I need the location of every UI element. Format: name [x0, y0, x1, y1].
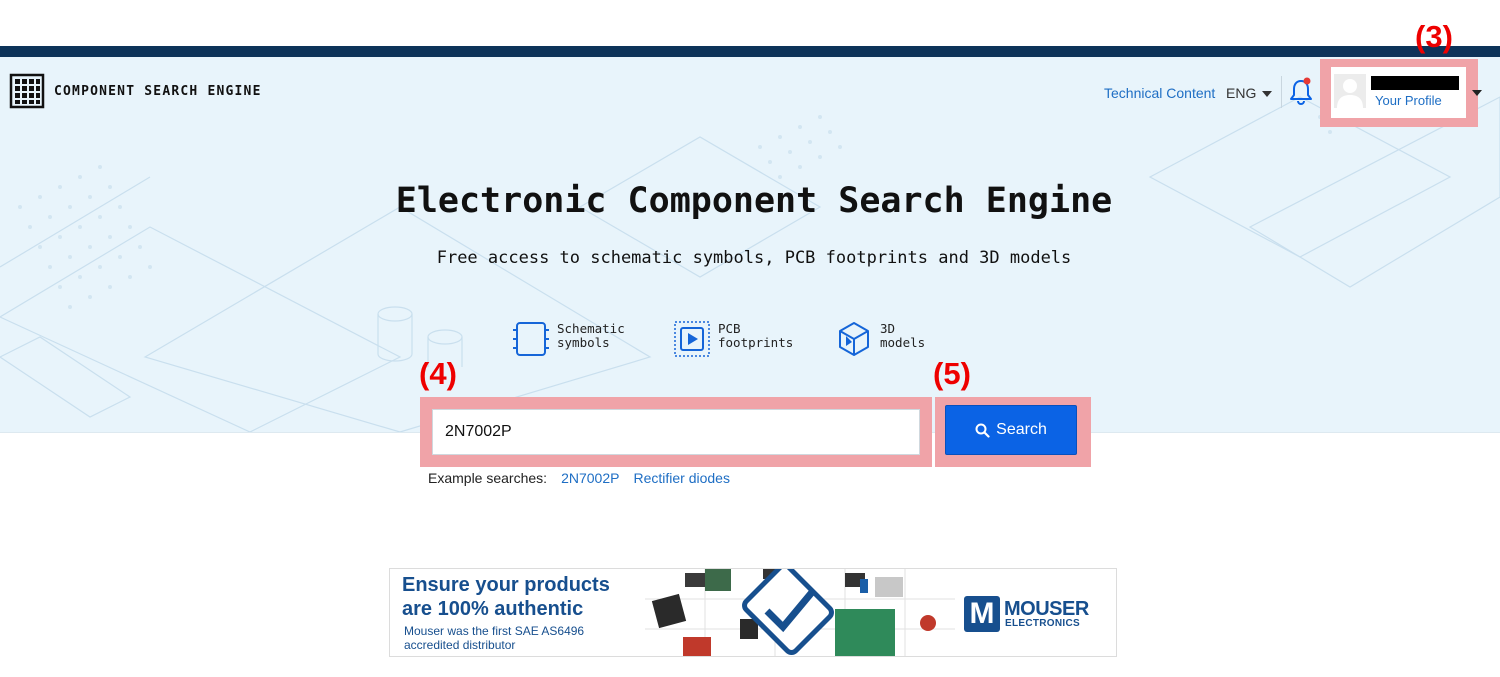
example-searches-label: Example searches: [428, 470, 548, 486]
advertisement-banner[interactable]: Ensure your products are 100% authentic M… [389, 568, 1117, 657]
ad-body-line: accredited distributor [404, 638, 516, 652]
page-title: Electronic Component Search Engine [395, 181, 1113, 221]
feature-label: 3D [880, 321, 896, 336]
annotation-label: (4) [419, 356, 457, 391]
hero-background [0, 57, 1500, 432]
3d-model-icon [839, 322, 869, 356]
redacted-username [1371, 76, 1459, 90]
example-search-link[interactable]: 2N7002P [561, 470, 619, 486]
search-icon [975, 423, 990, 438]
chevron-down-icon[interactable] [1472, 90, 1482, 96]
ad-body-line: Mouser was the first SAE AS6496 [404, 624, 585, 638]
chevron-down-icon [1262, 91, 1273, 98]
technical-content-link[interactable]: Technical Content [1104, 85, 1215, 101]
search-button-label: Search [996, 421, 1047, 438]
bell-icon[interactable] [1288, 76, 1314, 106]
logo-icon[interactable] [9, 73, 45, 109]
pcb-footprint-icon [674, 321, 710, 357]
ad-brand-subtitle: ELECTRONICS [1005, 618, 1080, 629]
feature-label: footprints [718, 335, 794, 350]
feature-label: PCB [718, 321, 741, 336]
ad-headline: Ensure your products are 100% authentic [402, 573, 610, 621]
annotation-label: (5) [933, 356, 971, 391]
example-searches: Example searches: 2N7002P Rectifier diodes [428, 470, 730, 486]
feature-label: models [880, 335, 926, 350]
ad-components-image [645, 569, 955, 656]
ad-headline-line: Ensure your products [402, 574, 610, 596]
example-search-link[interactable]: Rectifier diodes [633, 470, 730, 486]
ad-body: Mouser was the first SAE AS6496 accredite… [404, 624, 584, 652]
annotation-label: (3) [1415, 19, 1453, 54]
ad-headline-line: are 100% authentic [402, 598, 584, 620]
avatar[interactable] [1334, 74, 1366, 108]
feature-label: symbols [557, 335, 610, 350]
search-button[interactable]: Search [945, 405, 1077, 455]
header-divider [1281, 76, 1282, 108]
language-selector[interactable]: ENG [1226, 85, 1273, 101]
your-profile-link[interactable]: Your Profile [1375, 93, 1442, 108]
schematic-icon [513, 322, 549, 356]
mouser-logo: M [964, 596, 1000, 632]
search-input[interactable] [432, 409, 920, 455]
ad-brand-name: MOUSER [1004, 598, 1089, 620]
brand-name[interactable]: COMPONENT SEARCH ENGINE [54, 84, 262, 99]
page-subtitle: Free access to schematic symbols, PCB fo… [436, 248, 1072, 268]
top-bar [0, 46, 1500, 57]
language-label: ENG [1226, 85, 1257, 101]
feature-label: Schematic [557, 321, 625, 336]
